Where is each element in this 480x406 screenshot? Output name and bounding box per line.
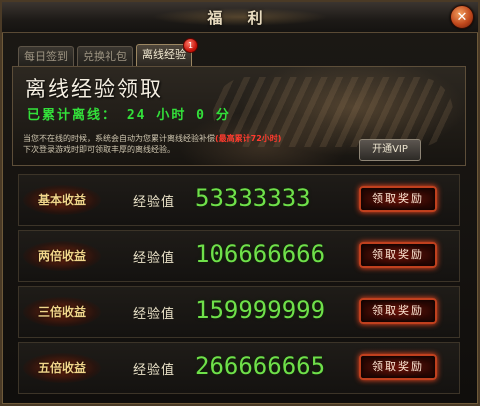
reward-label: 基本收益 [23,185,101,215]
reward-label: 三倍收益 [23,297,101,327]
desc-limit: (最高累计72小时) [215,134,282,143]
tab-bar: 每日签到 兑换礼包 离线经验 1 [18,38,198,67]
title-bar: 福 利 ✕ [2,2,478,33]
claim-reward-button[interactable]: 领取奖励 [359,354,437,380]
offline-minutes: 0 [196,108,206,123]
offline-description: 当您不在线的时候，系统会自动为您累计离线经验补偿(最高累计72小时) 下次登录游… [23,133,363,155]
reward-label: 五倍收益 [23,353,101,383]
tab-offline-exp-label: 离线经验 [142,48,186,61]
reward-row-quintuple: 五倍收益 经验值 266666665 领取奖励 [18,342,460,394]
offline-exp-banner: 离线经验领取 已累计离线： 24 小时 0 分 当您不在线的时候，系统会自动为您… [12,66,466,166]
exp-label: 经验值 [133,195,176,210]
tab-gift-code[interactable]: 兑换礼包 [77,46,133,67]
exp-label: 经验值 [133,363,176,378]
offline-minutes-unit: 分 [215,108,231,123]
reward-row-triple: 三倍收益 经验值 159999999 领取奖励 [18,286,460,338]
tab-offline-exp[interactable]: 离线经验 1 [136,38,198,67]
reward-list: 基本收益 经验值 53333333 领取奖励 两倍收益 经验值 10666666… [12,170,466,396]
exp-value: 106666666 [195,240,326,268]
claim-reward-button[interactable]: 领取奖励 [359,242,437,268]
window-title: 福 利 [207,8,273,27]
close-icon: ✕ [456,9,468,25]
claim-reward-button[interactable]: 领取奖励 [359,298,437,324]
welfare-window: 福 利 ✕ 每日签到 兑换礼包 离线经验 1 离线经验领取 已累计离线： 24 … [0,0,480,406]
offline-hours-unit: 小时 [156,108,187,123]
tab-daily-signin[interactable]: 每日签到 [18,46,74,67]
exp-value: 159999999 [195,296,326,324]
close-button[interactable]: ✕ [450,5,474,29]
reward-row-double: 两倍收益 经验值 106666666 领取奖励 [18,230,460,282]
claim-reward-button[interactable]: 领取奖励 [359,186,437,212]
offline-hours: 24 [126,108,147,123]
open-vip-button[interactable]: 开通VIP [359,139,421,161]
exp-label: 经验值 [133,307,176,322]
banner-title: 离线经验领取 [25,77,163,101]
offline-duration: 已累计离线： 24 小时 0 分 [27,104,231,123]
notification-badge: 1 [183,38,198,53]
exp-value: 53333333 [195,184,311,212]
desc-line2: 下次登录游戏时即可领取丰厚的离线经验。 [23,145,175,154]
reward-label: 两倍收益 [23,241,101,271]
exp-label: 经验值 [133,251,176,266]
desc-line1: 当您不在线的时候，系统会自动为您累计离线经验补偿 [23,134,215,143]
reward-row-basic: 基本收益 经验值 53333333 领取奖励 [18,174,460,226]
exp-value: 266666665 [195,352,326,380]
offline-prefix: 已累计离线： [27,108,118,123]
